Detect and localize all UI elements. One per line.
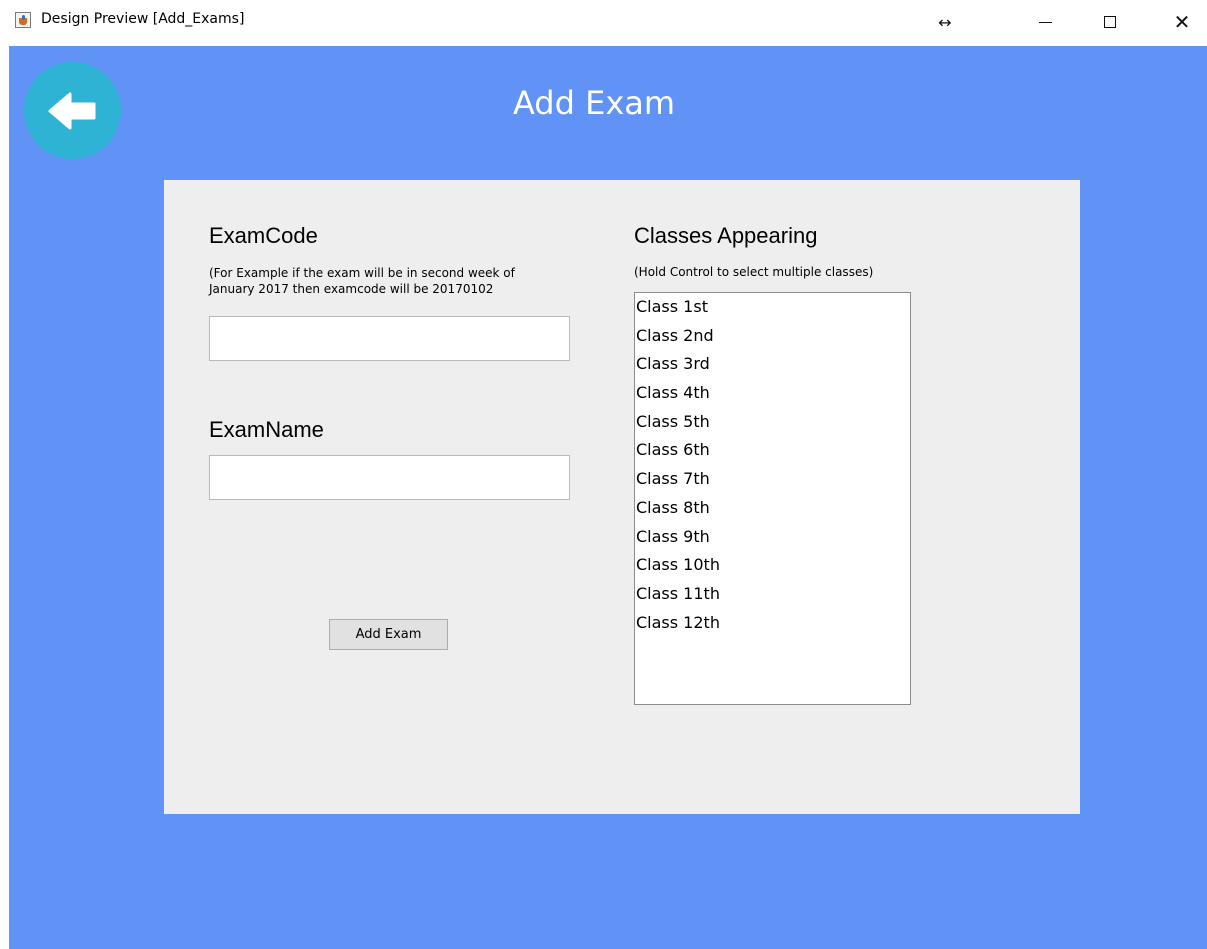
close-icon[interactable]: ✕ xyxy=(1162,8,1202,36)
exam-name-input[interactable] xyxy=(209,455,570,500)
exam-code-hint: (For Example if the exam will be in seco… xyxy=(209,265,515,297)
maximize-icon[interactable] xyxy=(1090,8,1130,36)
list-item[interactable]: Class 10th xyxy=(635,551,910,580)
exam-code-label: ExamCode xyxy=(209,223,318,248)
list-item[interactable]: Class 9th xyxy=(635,523,910,552)
minimize-icon[interactable] xyxy=(1025,8,1065,36)
list-item[interactable]: Class 7th xyxy=(635,465,910,494)
exam-code-hint-line2: January 2017 then examcode will be 20170… xyxy=(209,282,494,296)
window-title: Design Preview [Add_Exams] xyxy=(41,11,245,27)
app-window: Add Exam ExamCode (For Example if the ex… xyxy=(9,46,1207,949)
classes-hint: (Hold Control to select multiple classes… xyxy=(634,265,874,279)
list-item[interactable]: Class 12th xyxy=(635,609,910,638)
form-panel: ExamCode (For Example if the exam will b… xyxy=(164,180,1080,814)
list-item[interactable]: Class 1st xyxy=(635,293,910,322)
classes-label: Classes Appearing xyxy=(634,223,818,248)
resize-arrows-icon[interactable]: ↔ xyxy=(925,8,965,36)
list-item[interactable]: Class 3rd xyxy=(635,350,910,379)
java-coffee-icon xyxy=(15,12,31,28)
add-exam-button[interactable]: Add Exam xyxy=(329,619,448,650)
title-bar: Design Preview [Add_Exams] ↔ ✕ xyxy=(0,0,1207,46)
list-item[interactable]: Class 5th xyxy=(635,408,910,437)
classes-list[interactable]: Class 1st Class 2nd Class 3rd Class 4th … xyxy=(634,292,911,705)
list-item[interactable]: Class 11th xyxy=(635,580,910,609)
exam-code-input[interactable] xyxy=(209,316,570,361)
list-item[interactable]: Class 8th xyxy=(635,494,910,523)
exam-name-label: ExamName xyxy=(209,417,324,442)
list-item[interactable]: Class 4th xyxy=(635,379,910,408)
list-item[interactable]: Class 2nd xyxy=(635,322,910,351)
page-title: Add Exam xyxy=(512,84,676,122)
exam-code-hint-line1: (For Example if the exam will be in seco… xyxy=(209,266,515,280)
list-item[interactable]: Class 6th xyxy=(635,436,910,465)
